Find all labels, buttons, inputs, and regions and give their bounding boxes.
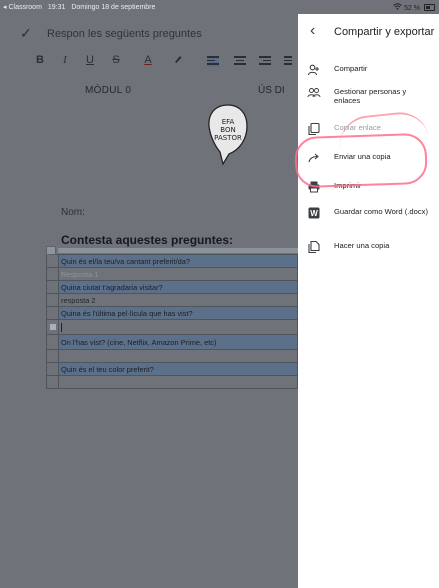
row-handle[interactable] [46,254,59,268]
menu-label: Guardar como Word (.docx) [334,207,428,216]
menu-label: Compartir [334,64,368,73]
status-date: Domingo 18 de septiembre [71,4,156,11]
row-handle[interactable] [46,293,59,307]
copy-icon [307,122,321,136]
back-to-app-link[interactable]: ◂ Classroom [3,4,42,11]
align-left-button[interactable] [207,56,219,67]
questions-heading: Contesta aquestes preguntes: [61,233,234,247]
row-handle[interactable] [46,375,59,389]
battery-icon [424,4,435,11]
table-row: Quin és el teu color preferit? [46,362,298,376]
table-row: On l'has vist? (cine, Netflix, Amazon Pr… [46,334,298,350]
table-row: Quin és el/la teu/va cantant preferit/da… [46,254,298,268]
table-row: resposta 2 [46,293,298,307]
document-area: ✓ Respon les següents preguntes B I U S … [0,14,298,588]
table-row [46,349,298,363]
align-justify-button[interactable] [284,56,292,67]
text-cursor [61,323,62,333]
document-topbar: ✓ Respon les següents preguntes [0,14,298,52]
row-handle[interactable] [46,334,59,350]
table-row: Quina ciutat t'agradaria visitar? [46,280,298,294]
panel-header: ‹ Compartir y exportar [298,14,439,52]
manage-people-icon [307,86,321,100]
table-column-bar[interactable] [58,248,298,253]
answer-cell[interactable]: resposta 2 [58,293,298,307]
table-row [46,375,298,389]
underline-button[interactable]: U [82,54,98,66]
menu-item-make-copy[interactable]: Hacer una copia [298,240,439,254]
answer-cell[interactable]: Resposta 1 [58,267,298,281]
align-right-button[interactable] [259,56,271,67]
menu-item-share[interactable]: Compartir [298,63,439,77]
italic-button[interactable]: I [57,54,73,66]
menu-item-manage-people[interactable]: Gestionar personas y enlaces [298,86,439,108]
bold-button[interactable]: B [32,54,48,66]
row-handle[interactable] [46,267,59,281]
row-handle[interactable] [46,280,59,294]
questions-table: Quin és el/la teu/va cantant preferit/da… [46,246,298,389]
battery-percent: 52 % [404,5,421,12]
back-chevron-icon[interactable]: ‹ [310,22,315,40]
menu-label: Gestionar personas y enlaces [334,87,407,105]
table-header-bar [46,246,298,255]
question-cell[interactable]: Quina és l'última pel·lícula que has vis… [58,306,298,320]
checkmark-icon[interactable]: ✓ [20,25,32,42]
duplicate-icon [307,240,321,254]
question-cell[interactable]: Quin és el/la teu/va cantant preferit/da… [58,254,298,268]
questions-grid: Quin és el/la teu/va cantant preferit/da… [46,254,298,389]
school-logo-text: EFA BON PASTOR [214,118,242,142]
menu-label: Hacer una copia [334,241,390,250]
row-handle-active[interactable] [46,319,59,335]
table-row: Quina és l'última pel·lícula que has vis… [46,306,298,320]
row-drag-icon[interactable] [49,324,56,330]
annotation-circle [294,132,428,189]
strikethrough-button[interactable]: S [108,54,124,66]
row-handle[interactable] [46,362,59,376]
question-cell[interactable]: Quin és el teu color preferit? [58,362,298,376]
status-left: ◂ Classroom 19:31 Domingo 18 de septiemb… [3,3,159,11]
panel-title: Compartir y exportar [334,26,435,38]
question-cell[interactable]: Quina ciutat t'agradaria visitar? [58,280,298,294]
table-select-handle[interactable] [46,246,56,255]
align-center-button[interactable] [234,56,246,67]
text-color-button[interactable]: A [140,54,156,66]
wifi-icon [393,3,404,12]
header-right-label: ÚS DI [258,85,285,96]
menu-item-save-word[interactable]: W Guardar como Word (.docx) [298,206,439,228]
status-right: 52 % [393,3,435,12]
share-export-panel: ‹ Compartir y exportar Compartir Gestion… [298,14,439,588]
row-handle[interactable] [46,349,59,363]
row-handle[interactable] [46,306,59,320]
highlight-pen-icon[interactable] [170,54,186,67]
answer-cell[interactable] [58,375,298,389]
header-module-label: MÒDUL 0 [85,85,132,96]
status-bar: ◂ Classroom 19:31 Domingo 18 de septiemb… [0,0,439,14]
name-label: Nom: [61,207,85,218]
answer-cell-active[interactable] [58,319,298,335]
document-title: Respon les següents preguntes [47,28,202,40]
svg-text:W: W [310,209,318,218]
question-cell[interactable]: On l'has vist? (cine, Netflix, Amazon Pr… [58,334,298,350]
table-row: Resposta 1 [46,267,298,281]
format-toolbar: B I U S A [0,54,298,74]
add-person-icon [307,63,321,77]
answer-cell[interactable] [58,349,298,363]
table-row [46,319,298,335]
status-time: 19:31 [47,4,66,11]
word-icon: W [307,206,321,220]
